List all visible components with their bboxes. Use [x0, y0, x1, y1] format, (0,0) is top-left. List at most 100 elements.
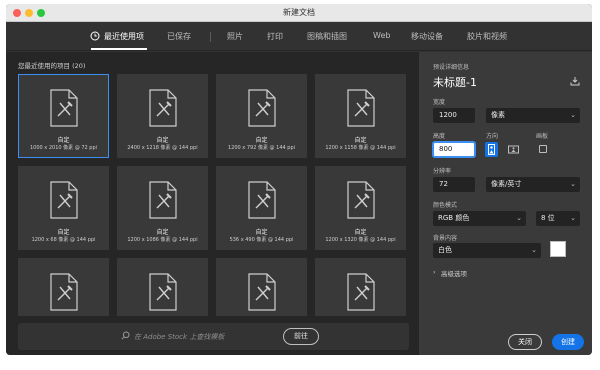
recent-items-panel: 您最近使用的项目 (20) 自定 1000 x 2010 像素 @ 72 ppi 自…: [6, 52, 419, 355]
recent-item-meta: 1200 x 1320 像素 @ 144 ppi: [325, 237, 396, 243]
recent-item-card[interactable]: 自定 1200 x 1158 像素 @ 144 ppi: [315, 74, 406, 158]
resolution-label: 分辨率: [433, 168, 452, 175]
close-button[interactable]: 关闭: [508, 334, 542, 350]
orientation-label: 方向: [486, 133, 499, 140]
recent-item-card[interactable]: 自定 1200 x 1086 像素 @ 144 ppi: [117, 166, 208, 250]
height-field[interactable]: 800: [433, 142, 475, 157]
chevron-down-icon: ⌄: [531, 246, 537, 254]
document-preset-icon: [50, 273, 78, 311]
chevron-down-icon: ⌄: [516, 214, 522, 222]
recent-item-card[interactable]: 自定 1200 x 68 像素 @ 144 ppi: [18, 166, 109, 250]
background-select[interactable]: 白色 ⌄: [433, 243, 541, 258]
artboard-checkbox[interactable]: [539, 145, 547, 153]
background-label: 背景内容: [433, 235, 458, 242]
search-icon: [121, 331, 130, 340]
document-preset-icon: [248, 273, 276, 311]
save-preset-icon[interactable]: [570, 76, 580, 86]
document-preset-icon: [149, 181, 177, 219]
recent-item-meta: 1200 x 1086 像素 @ 144 ppi: [127, 237, 198, 243]
recent-item-card[interactable]: 自定 1000 x 2010 像素 @ 72 ppi: [18, 74, 109, 158]
recent-item-meta: 536 x 490 像素 @ 144 ppi: [229, 237, 294, 243]
search-input[interactable]: 在 Adobe Stock 上查找模板: [134, 332, 224, 342]
portrait-icon: [488, 144, 495, 155]
height-label: 高度: [433, 133, 446, 140]
background-color-swatch[interactable]: [550, 241, 566, 257]
recent-item-name: 自定: [255, 137, 268, 144]
chevron-down-icon: ⌄: [570, 111, 576, 119]
document-preset-icon: [149, 273, 177, 311]
recent-item-card[interactable]: [117, 258, 208, 316]
tab-saved[interactable]: 已保存: [167, 31, 191, 42]
width-unit-value: 像素: [491, 111, 505, 119]
color-mode-label: 颜色模式: [433, 202, 458, 209]
recent-item-card[interactable]: 自定 2400 x 1218 像素 @ 144 ppi: [117, 74, 208, 158]
tab-film-video[interactable]: 胶片和视频: [467, 31, 507, 42]
document-preset-icon: [248, 181, 276, 219]
recent-item-name: 自定: [354, 137, 367, 144]
create-button[interactable]: 创建: [552, 334, 584, 350]
document-name[interactable]: 未标题-1: [433, 74, 477, 90]
artboard-label: 画板: [536, 133, 549, 140]
recent-item-card[interactable]: 自定 536 x 490 像素 @ 144 ppi: [216, 166, 307, 250]
go-button[interactable]: 前往: [283, 328, 319, 345]
recent-item-name: 自定: [156, 229, 169, 236]
recent-items-grid: 自定 1000 x 2010 像素 @ 72 ppi 自定 2400 x 1218 像…: [18, 74, 418, 316]
width-label: 宽度: [433, 99, 446, 106]
tab-mobile[interactable]: 移动设备: [411, 31, 443, 42]
recent-item-name: 自定: [255, 229, 268, 236]
resolution-unit-value: 像素/英寸: [491, 180, 522, 188]
window-title: 新建文档: [283, 8, 315, 17]
recent-item-name: 自定: [57, 229, 70, 236]
recent-item-card[interactable]: [18, 258, 109, 316]
preset-details-label: 预设详细信息: [433, 64, 470, 71]
tab-recent[interactable]: 最近使用项: [104, 31, 144, 42]
title-bar: 新建文档: [6, 4, 592, 22]
advanced-options-toggle[interactable]: 高级选项: [441, 268, 467, 278]
landscape-orientation-button[interactable]: [507, 142, 520, 157]
width-field[interactable]: 1200: [433, 108, 475, 123]
clock-icon: [90, 31, 100, 41]
recent-item-meta: 1000 x 2010 像素 @ 72 ppi: [29, 145, 98, 151]
recent-item-meta: 1200 x 68 像素 @ 144 ppi: [31, 237, 96, 243]
resolution-field[interactable]: 72: [433, 177, 475, 192]
document-preset-icon: [50, 181, 78, 219]
recent-item-meta: 1200 x 1158 像素 @ 144 ppi: [325, 145, 396, 151]
recent-item-card[interactable]: 自定 1200 x 792 像素 @ 144 ppi: [216, 74, 307, 158]
document-preset-icon: [347, 181, 375, 219]
bit-depth-value: 8 位: [541, 214, 555, 222]
recent-item-card[interactable]: [315, 258, 406, 316]
recent-item-meta: 1200 x 792 像素 @ 144 ppi: [227, 145, 296, 151]
tab-art-illustration[interactable]: 图稿和插图: [307, 31, 347, 42]
document-preset-icon: [50, 89, 78, 127]
new-document-dialog: 新建文档 最近使用项 已保存 照片 打印 图稿和插图 Web 移动设备 胶片和视…: [6, 4, 592, 355]
recent-items-heading: 您最近使用的项目 (20): [18, 60, 85, 70]
category-tabs: 最近使用项 已保存 照片 打印 图稿和插图 Web 移动设备 胶片和视频: [6, 23, 592, 51]
portrait-orientation-button[interactable]: [485, 142, 498, 157]
document-preset-icon: [248, 89, 276, 127]
tab-photo[interactable]: 照片: [227, 31, 243, 42]
stock-search-bar: 在 Adobe Stock 上查找模板 前往: [18, 323, 409, 350]
width-unit-select[interactable]: 像素 ⌄: [486, 108, 580, 123]
recent-item-name: 自定: [156, 137, 169, 144]
preset-details-panel: 预设详细信息 未标题-1 宽度 1200 像素 ⌄ 高度 方向 画板 800 分…: [419, 52, 592, 355]
tab-divider: [210, 32, 211, 42]
recent-item-name: 自定: [57, 137, 70, 144]
tab-print[interactable]: 打印: [267, 31, 283, 42]
background-value: 白色: [438, 246, 452, 254]
bit-depth-select[interactable]: 8 位 ⌄: [536, 211, 580, 226]
recent-item-name: 自定: [354, 229, 367, 236]
resolution-unit-select[interactable]: 像素/英寸 ⌄: [486, 177, 580, 192]
document-preset-icon: [347, 89, 375, 127]
recent-heading-text: 您最近使用的项目: [18, 62, 70, 70]
tab-web[interactable]: Web: [373, 31, 390, 40]
active-tab-indicator: [91, 48, 147, 50]
recent-item-meta: 2400 x 1218 像素 @ 144 ppi: [127, 145, 198, 151]
recent-count: (20): [72, 62, 86, 70]
chevron-down-icon: ⌄: [570, 180, 576, 188]
color-mode-value: RGB 颜色: [438, 214, 470, 222]
chevron-down-icon: ⌄: [570, 214, 576, 222]
chevron-right-icon[interactable]: ›: [433, 268, 436, 276]
recent-item-card[interactable]: [216, 258, 307, 316]
color-mode-select[interactable]: RGB 颜色 ⌄: [433, 211, 526, 226]
recent-item-card[interactable]: 自定 1200 x 1320 像素 @ 144 ppi: [315, 166, 406, 250]
